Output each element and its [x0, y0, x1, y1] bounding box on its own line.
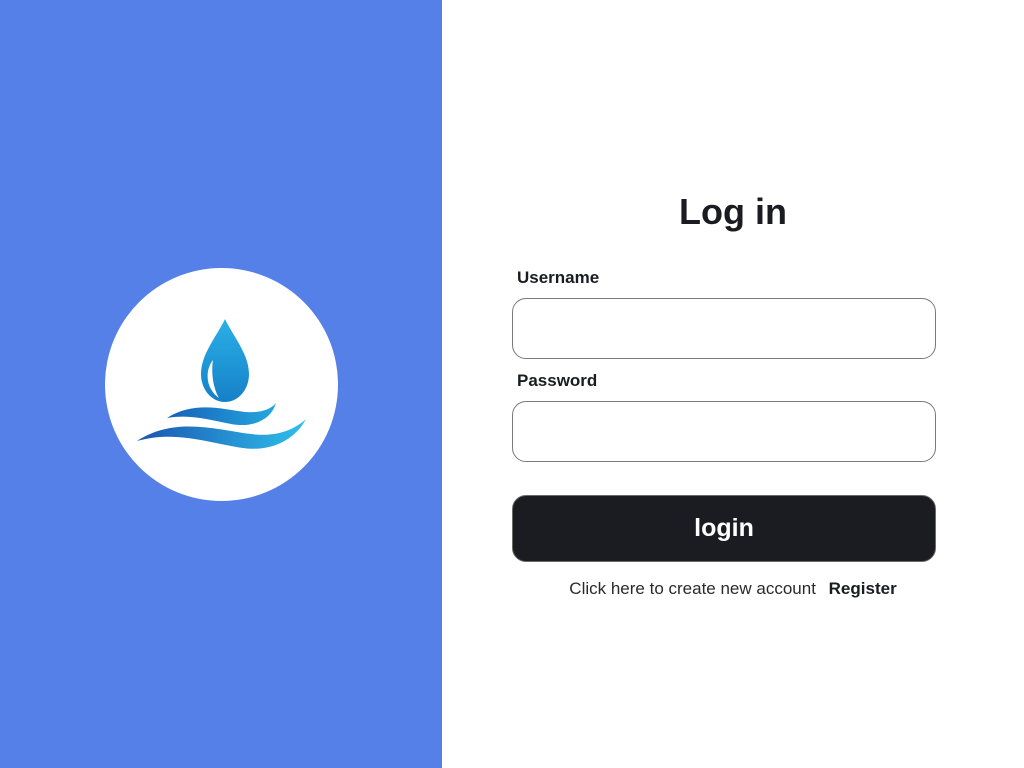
- username-input[interactable]: [512, 298, 936, 359]
- register-link[interactable]: Register: [829, 579, 897, 598]
- register-prompt: Click here to create new account: [569, 579, 816, 598]
- password-input[interactable]: [512, 401, 936, 462]
- water-drop-waves-icon: [137, 319, 306, 449]
- login-page: Log in Username Password login Click her…: [0, 0, 1024, 768]
- register-row: Click here to create new account Registe…: [442, 578, 1024, 600]
- password-label: Password: [517, 371, 598, 390]
- login-panel: Log in Username Password login Click her…: [442, 0, 1024, 768]
- page-title: Log in: [679, 191, 787, 232]
- branding-panel: [0, 0, 442, 768]
- username-label: Username: [517, 268, 600, 287]
- logo-circle: [105, 268, 338, 501]
- login-button[interactable]: login: [512, 495, 936, 562]
